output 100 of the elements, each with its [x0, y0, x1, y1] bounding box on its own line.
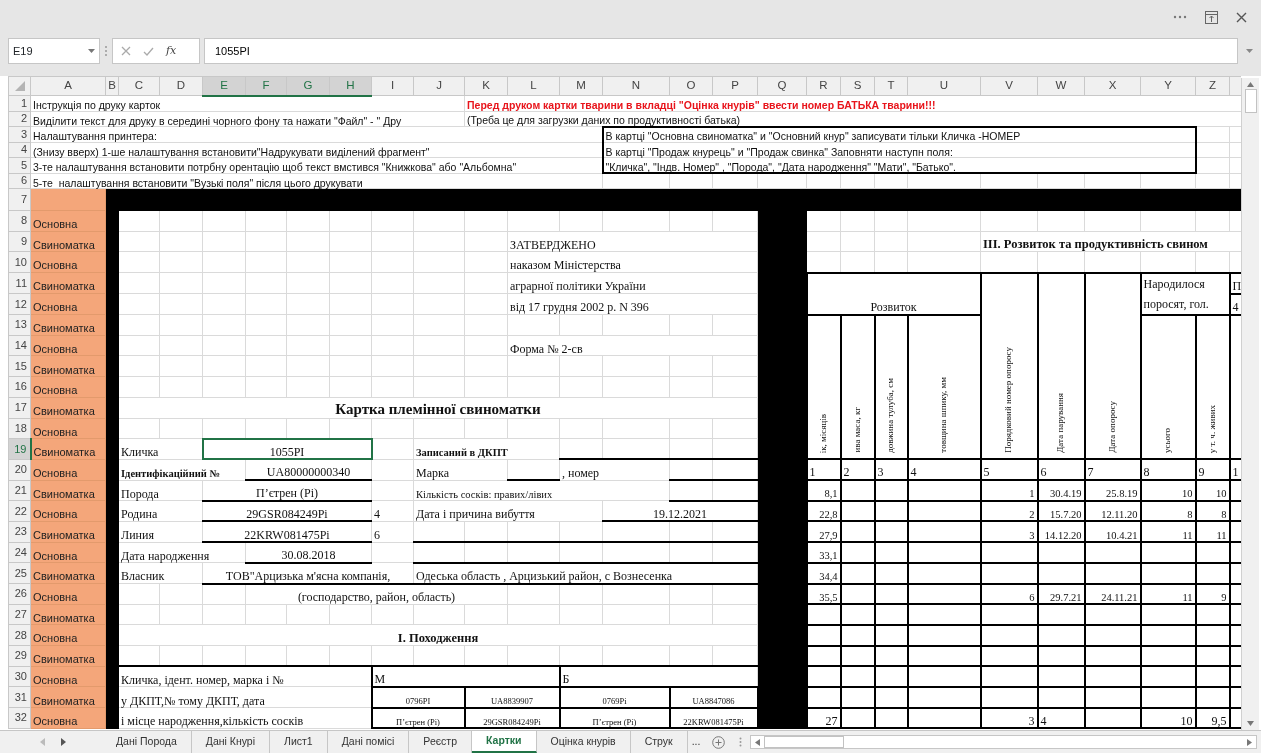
row-header[interactable]: 7 [8, 188, 31, 211]
column-header[interactable]: U [907, 76, 981, 96]
row-header[interactable]: 20 [8, 459, 31, 481]
cell-text: Дата і причина вибуття [416, 507, 535, 522]
scroll-left-icon[interactable] [755, 738, 761, 746]
cell-text: Б [562, 672, 570, 687]
cell-text: 33,1 [819, 550, 838, 562]
row-header[interactable]: 29 [8, 645, 31, 667]
column-header[interactable]: Z [1195, 76, 1230, 96]
row-header[interactable]: 13 [8, 314, 31, 336]
row-header[interactable]: 25 [8, 562, 31, 584]
column-header[interactable]: P [712, 76, 758, 96]
column-header[interactable]: E [202, 76, 246, 96]
row-header[interactable]: 8 [8, 210, 31, 232]
splitter-handle-icon[interactable] [104, 45, 108, 57]
scroll-down-icon[interactable] [1247, 721, 1254, 726]
sheet-tab[interactable]: Дані Кнурі [191, 731, 271, 753]
cell-text: 0796PI [405, 696, 431, 707]
column-header[interactable]: S [840, 76, 875, 96]
row-header[interactable]: 15 [8, 355, 31, 377]
field-label: Ідентифікаційний № [121, 467, 220, 479]
row-header[interactable]: 16 [8, 376, 31, 398]
cell-text: 10 [1180, 713, 1193, 728]
insert-function-button[interactable]: fx [166, 42, 177, 60]
column-header[interactable]: O [669, 76, 713, 96]
column-header[interactable]: C [118, 76, 160, 96]
row-header[interactable]: 26 [8, 583, 31, 605]
column-header[interactable]: T [874, 76, 908, 96]
column-heading: товщина шпику, мм [939, 377, 949, 453]
close-icon[interactable] [1236, 11, 1247, 23]
column-header[interactable]: Q [757, 76, 807, 96]
select-all-icon[interactable] [14, 81, 25, 92]
row-header[interactable]: 18 [8, 418, 31, 439]
column-header[interactable]: V [980, 76, 1038, 96]
column-header[interactable]: Y [1140, 76, 1196, 96]
column-header[interactable]: J [413, 76, 465, 96]
column-header[interactable]: N [602, 76, 670, 96]
row-header[interactable]: 21 [8, 480, 31, 501]
sheet-tab[interactable]: Дані Порода [102, 731, 192, 753]
horizontal-scrollbar[interactable] [750, 735, 1257, 749]
category-label: Основна [33, 218, 78, 231]
expand-caret-icon[interactable] [1246, 49, 1253, 53]
row-header[interactable]: 32 [8, 707, 31, 729]
more-sheets-button[interactable]: ... [687, 734, 705, 750]
cancel-icon[interactable] [121, 46, 131, 56]
ribbon-display-icon[interactable] [1205, 10, 1218, 24]
formula-field[interactable]: 1055PI [204, 38, 1238, 64]
column-header[interactable]: H [329, 76, 372, 96]
row-header[interactable]: 11 [8, 272, 31, 294]
column-header[interactable]: F [245, 76, 287, 96]
column-heading: усього [1163, 427, 1173, 453]
name-box[interactable]: E19 [8, 38, 100, 64]
cell-text: 6 [1040, 465, 1047, 480]
column-header[interactable]: I [371, 76, 414, 96]
row-header[interactable]: 12 [8, 293, 31, 315]
column-header[interactable]: G [286, 76, 330, 96]
column-header[interactable]: W [1037, 76, 1085, 96]
cell-text: 3 [1029, 529, 1035, 541]
scroll-thumb[interactable] [764, 736, 845, 748]
scroll-up-icon[interactable] [1247, 82, 1254, 87]
row-header[interactable]: 31 [8, 686, 31, 708]
row-header[interactable]: 22 [8, 500, 31, 522]
cell-text: 3 [1028, 713, 1035, 728]
next-sheet-icon[interactable] [61, 738, 66, 746]
row-header[interactable]: 24 [8, 542, 31, 563]
row-header[interactable]: 10 [8, 251, 31, 273]
splitter-handle-icon[interactable] [739, 737, 743, 747]
active-cell[interactable]: 1055PI [202, 438, 372, 460]
column-header[interactable]: X [1084, 76, 1141, 96]
vertical-scrollbar[interactable] [1241, 78, 1259, 730]
check-icon[interactable] [143, 46, 154, 56]
row-header[interactable]: 14 [8, 335, 31, 356]
column-header[interactable]: L [507, 76, 560, 96]
column-header[interactable]: D [159, 76, 203, 96]
column-header[interactable]: K [464, 76, 508, 96]
scroll-right-icon[interactable] [1247, 738, 1252, 746]
row-header[interactable]: 28 [8, 624, 31, 646]
sheet-tab[interactable]: Лист1 [270, 731, 328, 753]
column-header[interactable]: A [30, 76, 106, 96]
row-header[interactable]: 27 [8, 604, 31, 625]
column-header[interactable]: R [806, 76, 841, 96]
column-header[interactable]: M [559, 76, 603, 96]
cell-text: 10 [1216, 488, 1227, 500]
sheet-tab[interactable]: Струк [630, 731, 688, 753]
column-heading: Порядковий номер опоросу [1004, 347, 1014, 453]
row-header[interactable]: 19 [8, 438, 31, 460]
row-header[interactable]: 9 [8, 231, 31, 252]
previous-sheet-icon[interactable] [40, 738, 45, 746]
sheet-tab[interactable]: Дані помісі [327, 731, 410, 753]
row-header[interactable]: 17 [8, 397, 31, 418]
sheet-tab[interactable]: Картки [472, 731, 537, 753]
row-header[interactable]: 30 [8, 666, 31, 687]
sheet-tab[interactable]: Оцінка кнурів [536, 731, 631, 753]
caret-icon[interactable] [88, 49, 95, 53]
cell-text: 29GSR084249Pi [246, 506, 328, 521]
more-icon[interactable] [1173, 15, 1187, 19]
scroll-thumb[interactable] [1244, 89, 1257, 113]
cell-text: "Кличка", "Індв. Номер" , "Порода", "Дата народження" "Мати", "Батько". [605, 160, 956, 173]
row-header[interactable]: 23 [8, 521, 31, 543]
add-sheet-icon[interactable] [712, 735, 726, 749]
